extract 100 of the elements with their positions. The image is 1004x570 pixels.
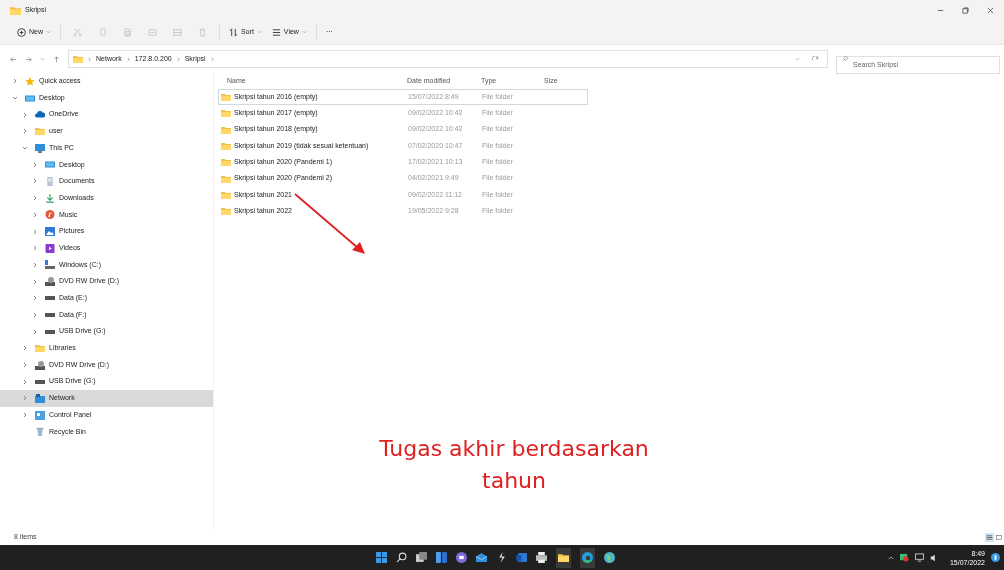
chevron-right-icon bbox=[32, 278, 38, 285]
document-icon bbox=[45, 176, 55, 186]
chat-icon[interactable] bbox=[456, 552, 467, 563]
folder-icon bbox=[35, 127, 45, 136]
app-tray-icon[interactable] bbox=[899, 553, 909, 562]
chevron-right-icon bbox=[32, 178, 38, 185]
chevron-right-icon bbox=[12, 78, 18, 85]
annotation-arrow bbox=[294, 193, 366, 255]
caret-icon bbox=[795, 57, 800, 61]
chevron-right-icon bbox=[22, 362, 28, 369]
widgets-icon[interactable] bbox=[436, 552, 447, 563]
picture-icon bbox=[45, 227, 55, 237]
chevron-right-icon bbox=[32, 228, 38, 235]
lightning-icon[interactable] bbox=[496, 552, 507, 563]
chevron-right-icon bbox=[125, 56, 131, 62]
refresh-icon[interactable] bbox=[812, 55, 819, 63]
tiles-view-icon[interactable] bbox=[996, 533, 1002, 542]
task-view-icon[interactable] bbox=[416, 552, 427, 563]
chevron-right-icon bbox=[32, 245, 38, 252]
disc-drive-icon bbox=[45, 277, 55, 287]
chevron-right-icon bbox=[32, 161, 38, 168]
folder-icon bbox=[10, 5, 21, 15]
share-icon bbox=[173, 27, 182, 37]
chevron-right-icon bbox=[175, 56, 181, 62]
folder-icon bbox=[558, 553, 569, 562]
recycle-bin-icon bbox=[35, 427, 45, 437]
monitor-icon bbox=[35, 143, 45, 153]
cloud-icon bbox=[35, 110, 45, 120]
browser-icon[interactable] bbox=[580, 547, 595, 568]
folder-icon bbox=[221, 158, 231, 167]
drive-icon bbox=[45, 260, 55, 270]
desktop-icon bbox=[25, 93, 35, 103]
chevron-right-icon bbox=[209, 56, 215, 62]
chevron-down-icon bbox=[22, 145, 28, 152]
caret-icon bbox=[301, 30, 307, 34]
folder-icon bbox=[221, 207, 231, 216]
chevron-right-icon bbox=[22, 412, 28, 419]
drive-icon bbox=[45, 329, 55, 334]
word-icon[interactable] bbox=[516, 552, 527, 563]
chevron-right-icon bbox=[87, 56, 92, 62]
drive-icon bbox=[35, 379, 45, 384]
control-panel-icon bbox=[35, 410, 45, 420]
chevron-right-icon bbox=[22, 345, 28, 352]
folder-icon bbox=[221, 93, 231, 102]
volume-icon[interactable] bbox=[929, 553, 938, 562]
back-icon[interactable] bbox=[10, 55, 17, 63]
music-icon bbox=[45, 210, 55, 220]
folder-icon bbox=[73, 55, 83, 63]
chevron-right-icon bbox=[22, 111, 28, 118]
network-icon bbox=[35, 393, 45, 403]
mail-icon[interactable] bbox=[476, 552, 487, 563]
video-icon bbox=[45, 243, 55, 253]
drive-icon bbox=[45, 312, 55, 317]
chevron-right-icon bbox=[22, 128, 28, 135]
plus-circle-icon bbox=[17, 27, 26, 37]
clipboard-icon bbox=[123, 27, 132, 37]
download-icon bbox=[45, 193, 55, 203]
network-status-icon[interactable] bbox=[914, 553, 924, 562]
drive-icon bbox=[45, 296, 55, 301]
windows-start-icon[interactable] bbox=[376, 552, 387, 563]
star-icon bbox=[25, 76, 35, 86]
chevron-right-icon bbox=[22, 378, 28, 385]
rename-icon bbox=[148, 27, 157, 37]
chevron-down-icon bbox=[12, 95, 18, 102]
close-icon[interactable] bbox=[987, 6, 994, 14]
disc-drive-icon bbox=[35, 360, 45, 370]
chevron-right-icon bbox=[32, 328, 38, 335]
sort-icon bbox=[229, 27, 238, 37]
chevron-up-icon[interactable] bbox=[887, 554, 894, 561]
folder-icon bbox=[221, 125, 231, 134]
caret-icon bbox=[256, 30, 262, 34]
folder-icon bbox=[221, 142, 231, 151]
globe-icon[interactable] bbox=[604, 552, 615, 563]
chevron-right-icon bbox=[22, 395, 28, 402]
printer-icon[interactable] bbox=[536, 552, 547, 563]
scissors-icon bbox=[73, 27, 82, 37]
annotation-text: Tugas akhir berdasarkan bbox=[379, 435, 649, 463]
annotation-text: tahun bbox=[482, 467, 546, 495]
forward-icon[interactable] bbox=[25, 55, 32, 63]
folder-icon bbox=[221, 109, 231, 118]
notification-icon[interactable] bbox=[991, 553, 1000, 562]
search-icon bbox=[842, 56, 848, 62]
folder-icon bbox=[35, 344, 45, 353]
trash-icon bbox=[198, 27, 207, 37]
chevron-right-icon bbox=[32, 195, 38, 202]
file-explorer-icon[interactable] bbox=[556, 547, 571, 568]
menu-icon bbox=[271, 27, 281, 37]
restore-icon[interactable] bbox=[962, 6, 969, 14]
folder-icon bbox=[221, 174, 231, 183]
chevron-right-icon bbox=[32, 311, 38, 318]
caret-icon bbox=[46, 30, 51, 34]
desktop-icon bbox=[45, 160, 55, 170]
up-icon[interactable] bbox=[53, 55, 60, 63]
caret-icon bbox=[40, 57, 45, 61]
details-view-icon[interactable] bbox=[985, 533, 994, 542]
chevron-right-icon bbox=[32, 261, 38, 268]
copy-icon bbox=[98, 27, 107, 37]
search-icon[interactable] bbox=[396, 552, 407, 563]
folder-icon bbox=[221, 190, 231, 199]
chevron-right-icon bbox=[32, 211, 38, 218]
